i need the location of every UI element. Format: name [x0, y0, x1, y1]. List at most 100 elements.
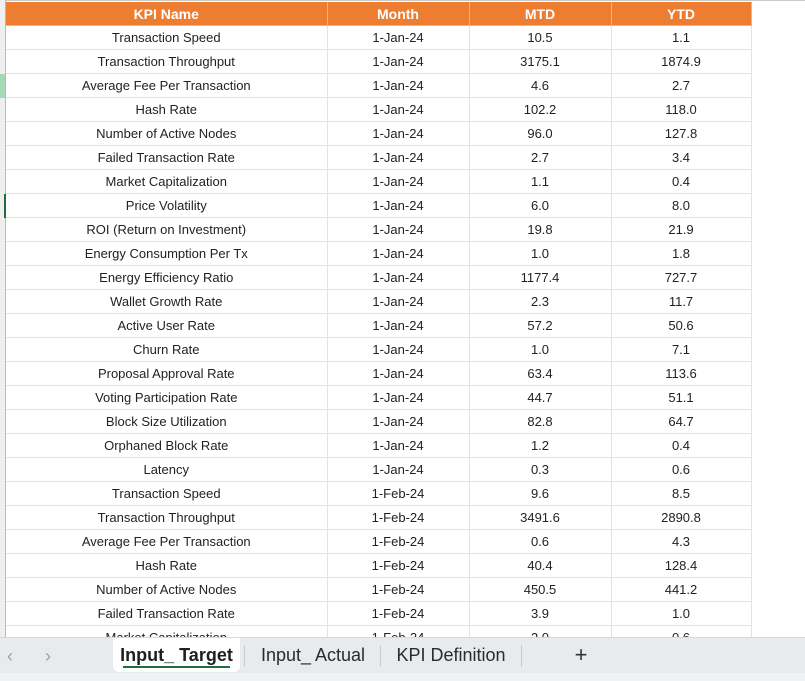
kpi-name-cell[interactable]: Failed Transaction Rate	[6, 601, 328, 626]
kpi-name-cell[interactable]: Voting Participation Rate	[6, 385, 328, 410]
month-cell[interactable]: 1-Jan-24	[327, 169, 470, 194]
mtd-cell[interactable]: 2.0	[469, 625, 612, 637]
ytd-cell[interactable]: 127.8	[611, 121, 752, 146]
mtd-cell[interactable]: 9.6	[469, 481, 612, 506]
mtd-cell[interactable]: 1.1	[469, 169, 612, 194]
tab-kpi-definition[interactable]: KPI Definition	[386, 638, 516, 672]
kpi-name-cell[interactable]: Transaction Throughput	[6, 49, 328, 74]
ytd-cell[interactable]: 11.7	[611, 289, 752, 314]
kpi-name-cell[interactable]: Wallet Growth Rate	[6, 289, 328, 314]
month-cell[interactable]: 1-Jan-24	[327, 25, 470, 50]
month-cell[interactable]: 1-Feb-24	[327, 505, 470, 530]
prev-sheet-icon[interactable]: ‹	[0, 644, 20, 668]
kpi-name-cell[interactable]: ROI (Return on Investment)	[6, 217, 328, 242]
mtd-cell[interactable]: 63.4	[469, 361, 612, 386]
ytd-cell[interactable]: 727.7	[611, 265, 752, 290]
kpi-name-cell[interactable]: Hash Rate	[6, 97, 328, 122]
ytd-cell[interactable]: 1.8	[611, 241, 752, 266]
kpi-name-cell[interactable]: Transaction Throughput	[6, 505, 328, 530]
ytd-cell[interactable]: 3.4	[611, 145, 752, 170]
ytd-cell[interactable]: 1.0	[611, 601, 752, 626]
ytd-cell[interactable]: 2.7	[611, 73, 752, 98]
month-cell[interactable]: 1-Jan-24	[327, 121, 470, 146]
month-cell[interactable]: 1-Jan-24	[327, 241, 470, 266]
mtd-cell[interactable]: 2.7	[469, 145, 612, 170]
month-cell[interactable]: 1-Jan-24	[327, 73, 470, 98]
mtd-cell[interactable]: 1.2	[469, 433, 612, 458]
ytd-cell[interactable]: 113.6	[611, 361, 752, 386]
spreadsheet-grid[interactable]: KPI Name Month MTD YTD Transaction Speed…	[0, 0, 805, 637]
month-cell[interactable]: 1-Jan-24	[327, 433, 470, 458]
month-cell[interactable]: 1-Jan-24	[327, 145, 470, 170]
add-sheet-icon[interactable]: +	[566, 638, 596, 672]
ytd-cell[interactable]: 21.9	[611, 217, 752, 242]
tab-input-actual[interactable]: Input_ Actual	[250, 638, 376, 672]
kpi-name-cell[interactable]: Orphaned Block Rate	[6, 433, 328, 458]
mtd-cell[interactable]: 40.4	[469, 553, 612, 578]
mtd-cell[interactable]: 96.0	[469, 121, 612, 146]
month-cell[interactable]: 1-Feb-24	[327, 529, 470, 554]
ytd-cell[interactable]: 118.0	[611, 97, 752, 122]
ytd-cell[interactable]: 4.3	[611, 529, 752, 554]
kpi-name-cell[interactable]: Hash Rate	[6, 553, 328, 578]
mtd-cell[interactable]: 4.6	[469, 73, 612, 98]
month-cell[interactable]: 1-Feb-24	[327, 577, 470, 602]
kpi-name-cell[interactable]: Proposal Approval Rate	[6, 361, 328, 386]
mtd-cell[interactable]: 1.0	[469, 337, 612, 362]
mtd-cell[interactable]: 3491.6	[469, 505, 612, 530]
kpi-name-cell[interactable]: Average Fee Per Transaction	[6, 529, 328, 554]
mtd-cell[interactable]: 3175.1	[469, 49, 612, 74]
kpi-name-cell[interactable]: Number of Active Nodes	[6, 121, 328, 146]
tab-input-target[interactable]: Input_ Target	[113, 638, 240, 672]
month-cell[interactable]: 1-Jan-24	[327, 337, 470, 362]
month-cell[interactable]: 1-Jan-24	[327, 97, 470, 122]
ytd-cell[interactable]: 128.4	[611, 553, 752, 578]
month-cell[interactable]: 1-Jan-24	[327, 361, 470, 386]
month-cell[interactable]: 1-Jan-24	[327, 193, 470, 218]
month-cell[interactable]: 1-Jan-24	[327, 385, 470, 410]
kpi-name-cell[interactable]: Average Fee Per Transaction	[6, 73, 328, 98]
mtd-cell[interactable]: 44.7	[469, 385, 612, 410]
kpi-name-cell[interactable]: Market Capitalization	[6, 625, 328, 637]
kpi-name-cell[interactable]: Energy Consumption Per Tx	[6, 241, 328, 266]
month-cell[interactable]: 1-Feb-24	[327, 553, 470, 578]
ytd-cell[interactable]: 0.6	[611, 625, 752, 637]
month-cell[interactable]: 1-Jan-24	[327, 457, 470, 482]
month-cell[interactable]: 1-Feb-24	[327, 625, 470, 637]
ytd-cell[interactable]: 1874.9	[611, 49, 752, 74]
mtd-cell[interactable]: 1177.4	[469, 265, 612, 290]
column-header-ytd[interactable]: YTD	[611, 2, 752, 26]
kpi-name-cell[interactable]: Market Capitalization	[6, 169, 328, 194]
next-sheet-icon[interactable]: ›	[38, 644, 58, 668]
mtd-cell[interactable]: 102.2	[469, 97, 612, 122]
mtd-cell[interactable]: 6.0	[469, 193, 612, 218]
kpi-name-cell[interactable]: Transaction Speed	[6, 25, 328, 50]
ytd-cell[interactable]: 0.6	[611, 457, 752, 482]
kpi-name-cell[interactable]: Churn Rate	[6, 337, 328, 362]
mtd-cell[interactable]: 1.0	[469, 241, 612, 266]
ytd-cell[interactable]: 1.1	[611, 25, 752, 50]
month-cell[interactable]: 1-Jan-24	[327, 313, 470, 338]
ytd-cell[interactable]: 0.4	[611, 433, 752, 458]
kpi-name-cell[interactable]: Price Volatility	[6, 193, 328, 218]
ytd-cell[interactable]: 441.2	[611, 577, 752, 602]
month-cell[interactable]: 1-Jan-24	[327, 217, 470, 242]
month-cell[interactable]: 1-Jan-24	[327, 409, 470, 434]
kpi-name-cell[interactable]: Latency	[6, 457, 328, 482]
ytd-cell[interactable]: 0.4	[611, 169, 752, 194]
mtd-cell[interactable]: 0.6	[469, 529, 612, 554]
kpi-name-cell[interactable]: Failed Transaction Rate	[6, 145, 328, 170]
ytd-cell[interactable]: 8.0	[611, 193, 752, 218]
ytd-cell[interactable]: 2890.8	[611, 505, 752, 530]
mtd-cell[interactable]: 57.2	[469, 313, 612, 338]
ytd-cell[interactable]: 8.5	[611, 481, 752, 506]
mtd-cell[interactable]: 3.9	[469, 601, 612, 626]
kpi-name-cell[interactable]: Transaction Speed	[6, 481, 328, 506]
kpi-name-cell[interactable]: Block Size Utilization	[6, 409, 328, 434]
mtd-cell[interactable]: 19.8	[469, 217, 612, 242]
ytd-cell[interactable]: 50.6	[611, 313, 752, 338]
month-cell[interactable]: 1-Jan-24	[327, 265, 470, 290]
ytd-cell[interactable]: 7.1	[611, 337, 752, 362]
column-header-kpi-name[interactable]: KPI Name	[6, 2, 328, 26]
month-cell[interactable]: 1-Feb-24	[327, 601, 470, 626]
